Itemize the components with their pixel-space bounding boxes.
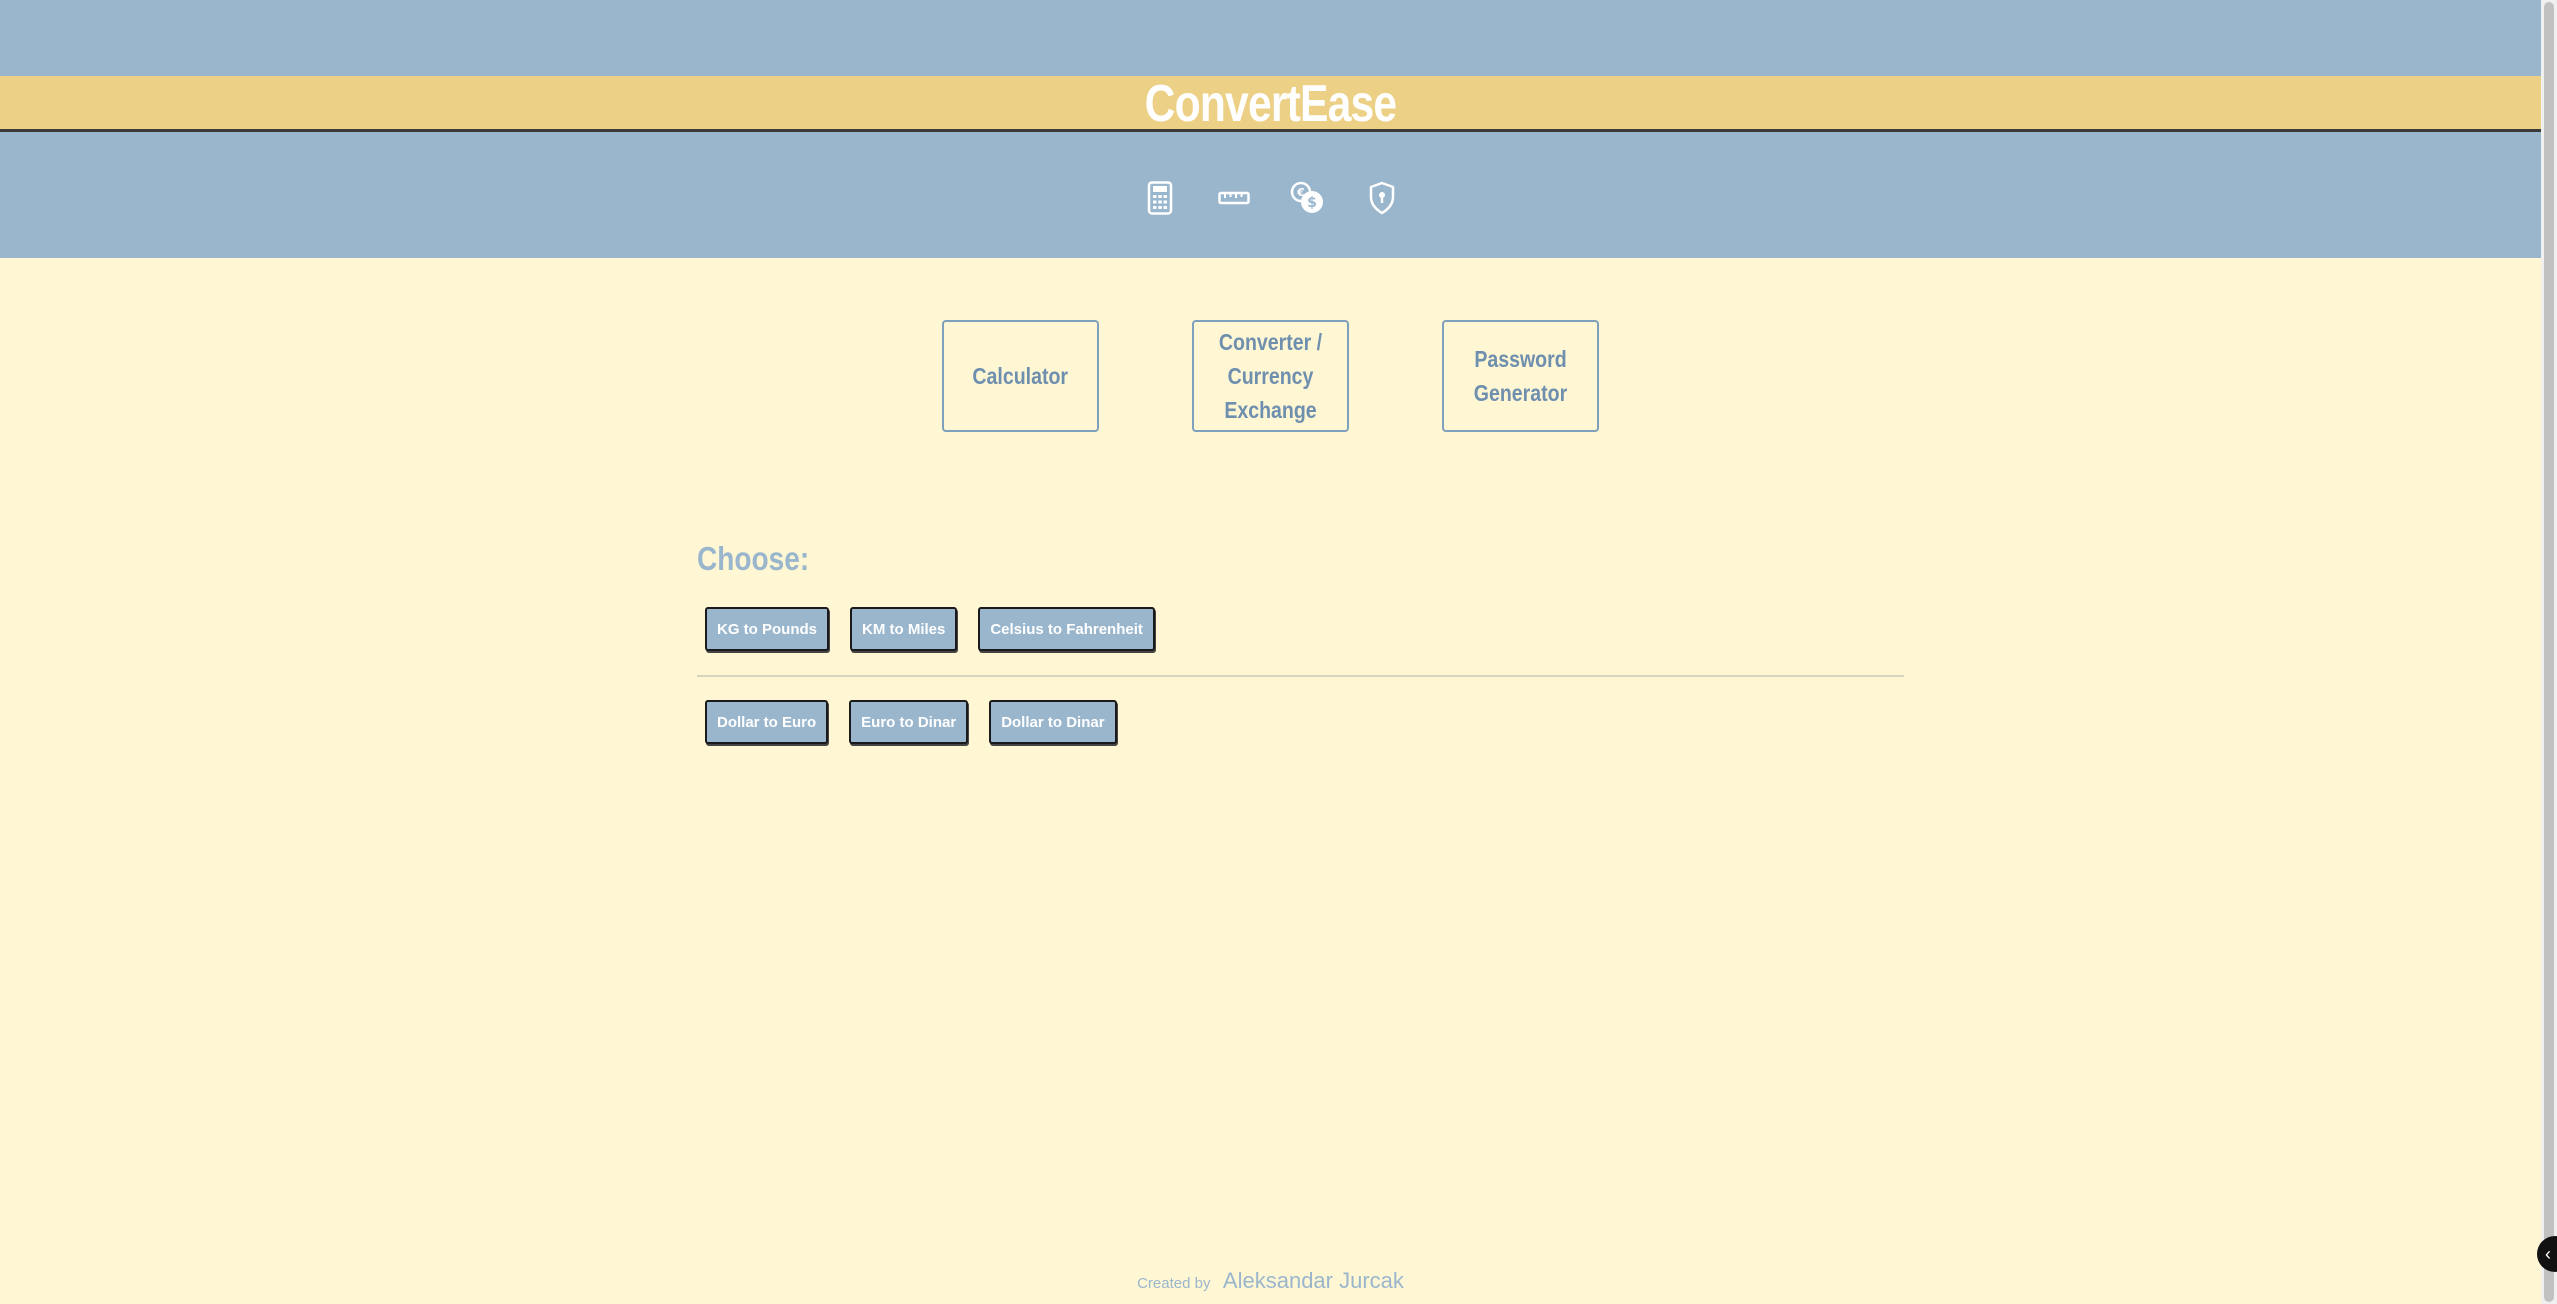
dollar-to-euro-button[interactable]: Dollar to Euro bbox=[705, 700, 829, 744]
svg-text:$: $ bbox=[1307, 195, 1317, 211]
scrollbar-thumb[interactable] bbox=[2544, 2, 2554, 1302]
vertical-scrollbar[interactable] bbox=[2541, 0, 2557, 1304]
app-title: ConvertEase bbox=[1144, 75, 1397, 133]
card-label: Password Generator bbox=[1473, 346, 1568, 406]
calculator-card[interactable]: Calculator bbox=[942, 320, 1099, 432]
title-bar: ConvertEase bbox=[0, 76, 2541, 132]
currency-exchange-icon[interactable]: € $ bbox=[1290, 178, 1326, 218]
tool-cards: Calculator Converter / Currency Exchange… bbox=[0, 320, 2541, 432]
card-label: Converter / Currency Exchange bbox=[1218, 329, 1323, 423]
collapse-arrow-icon[interactable]: ‹ bbox=[2537, 1236, 2557, 1272]
nav-icon-bar: € $ bbox=[0, 178, 2541, 222]
page: ConvertEase € $ Calculator Converter / C… bbox=[0, 0, 2557, 1304]
dollar-to-dinar-button[interactable]: Dollar to Dinar bbox=[989, 700, 1117, 744]
created-by-label: Created by bbox=[1137, 1275, 1211, 1292]
shield-lock-icon[interactable] bbox=[1364, 178, 1400, 218]
password-generator-card[interactable]: Password Generator bbox=[1442, 320, 1599, 432]
card-label: Calculator bbox=[972, 363, 1069, 389]
ruler-icon[interactable] bbox=[1216, 178, 1252, 218]
choose-heading: Choose: bbox=[697, 540, 810, 577]
footer: Created by Aleksandar Jurcak bbox=[0, 1268, 2541, 1294]
unit-converter-buttons: KG to Pounds KM to Miles Celsius to Fahr… bbox=[705, 607, 1155, 651]
section-divider bbox=[697, 675, 1904, 677]
calculator-icon[interactable] bbox=[1142, 178, 1178, 218]
kg-to-pounds-button[interactable]: KG to Pounds bbox=[705, 607, 829, 651]
converter-card[interactable]: Converter / Currency Exchange bbox=[1192, 320, 1349, 432]
km-to-miles-button[interactable]: KM to Miles bbox=[850, 607, 958, 651]
currency-converter-buttons: Dollar to Euro Euro to Dinar Dollar to D… bbox=[705, 700, 1117, 744]
author-name: Aleksandar Jurcak bbox=[1222, 1268, 1404, 1293]
euro-to-dinar-button[interactable]: Euro to Dinar bbox=[849, 700, 969, 744]
celsius-to-fahrenheit-button[interactable]: Celsius to Fahrenheit bbox=[978, 607, 1155, 651]
